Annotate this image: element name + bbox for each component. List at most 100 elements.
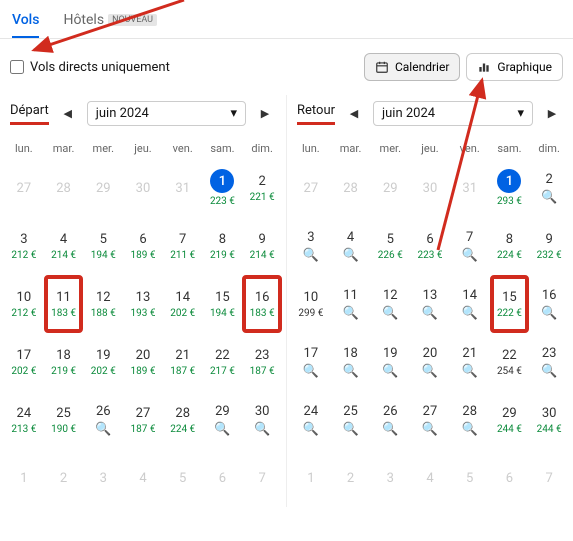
calendar-day[interactable]: 1223 € <box>203 159 243 217</box>
calendar-day[interactable]: 19🔍 <box>370 333 410 391</box>
calendar-day: 5 <box>450 449 490 507</box>
calendar-day[interactable]: 24🔍 <box>291 391 331 449</box>
prev-month-button[interactable]: ◀ <box>57 103 79 125</box>
prev-month-button[interactable]: ◀ <box>343 103 365 125</box>
calendar-day[interactable]: 15194 € <box>203 275 243 333</box>
calendar-day[interactable]: 21🔍 <box>450 333 490 391</box>
calendar-day[interactable]: 17🔍 <box>291 333 331 391</box>
calendar-day[interactable]: 7211 € <box>163 217 203 275</box>
calendar-day[interactable]: 11🔍 <box>331 275 371 333</box>
calendar-day[interactable]: 30🔍 <box>242 391 282 449</box>
calendar-view-label: Calendrier <box>395 60 449 74</box>
calendar-day[interactable]: 7🔍 <box>450 217 490 275</box>
calendar-day[interactable]: 3🔍 <box>291 217 331 275</box>
return-month-select[interactable]: juin 2024▾ <box>373 101 533 126</box>
day-number: 30 <box>542 406 557 421</box>
calendar-day[interactable]: 22254 € <box>490 333 530 391</box>
day-number: 2 <box>545 172 552 187</box>
calendar-day[interactable]: 11183 € <box>44 275 84 333</box>
calendar-day[interactable]: 23187 € <box>242 333 282 391</box>
calendar-day[interactable]: 26🔍 <box>83 391 123 449</box>
day-number: 8 <box>506 232 513 247</box>
depart-month-select[interactable]: juin 2024▾ <box>87 101 246 126</box>
calendar-day[interactable]: 14202 € <box>163 275 203 333</box>
new-badge: NOUVEAU <box>108 14 157 26</box>
day-number: 6 <box>426 232 433 247</box>
direct-only-label: Vols directs uniquement <box>30 60 170 75</box>
calendar-day[interactable]: 24213 € <box>4 391 44 449</box>
calendar-icon <box>375 60 389 74</box>
calendar-day: 29 <box>83 159 123 217</box>
day-number: 7 <box>179 232 186 247</box>
calendar-day[interactable]: 20🔍 <box>410 333 450 391</box>
calendar-day[interactable]: 6189 € <box>123 217 163 275</box>
calendar-day[interactable]: 28224 € <box>163 391 203 449</box>
calendar-day[interactable]: 25🔍 <box>331 391 371 449</box>
calendar-day[interactable]: 8224 € <box>490 217 530 275</box>
day-price: 299 € <box>298 308 323 319</box>
day-number: 2 <box>258 174 265 189</box>
day-price: 189 € <box>131 250 156 261</box>
calendar-day[interactable]: 18219 € <box>44 333 84 391</box>
calendar-day[interactable]: 4🔍 <box>331 217 371 275</box>
calendar-day[interactable]: 12188 € <box>83 275 123 333</box>
calendar-day[interactable]: 20189 € <box>123 333 163 391</box>
calendar-day[interactable]: 30244 € <box>529 391 569 449</box>
calendar-day[interactable]: 15222 € <box>490 275 530 333</box>
calendar-day[interactable]: 28🔍 <box>450 391 490 449</box>
calendar-day[interactable]: 17202 € <box>4 333 44 391</box>
calendar-day[interactable]: 27187 € <box>123 391 163 449</box>
calendar-day[interactable]: 2221 € <box>242 159 282 217</box>
day-number: 3 <box>387 471 394 486</box>
calendar-day[interactable]: 16🔍 <box>529 275 569 333</box>
calendar-day[interactable]: 6223 € <box>410 217 450 275</box>
search-icon: 🔍 <box>342 248 358 263</box>
calendar-day[interactable]: 10212 € <box>4 275 44 333</box>
day-number: 26 <box>96 404 111 419</box>
day-price: 232 € <box>537 250 562 261</box>
calendar-day[interactable]: 23🔍 <box>529 333 569 391</box>
calendar-day[interactable]: 18🔍 <box>331 333 371 391</box>
calendar-day[interactable]: 22217 € <box>203 333 243 391</box>
calendar-day[interactable]: 9232 € <box>529 217 569 275</box>
calendar-day[interactable]: 25190 € <box>44 391 84 449</box>
calendar-day[interactable]: 21187 € <box>163 333 203 391</box>
day-price: 214 € <box>51 250 76 261</box>
calendar-day[interactable]: 19202 € <box>83 333 123 391</box>
calendar-day[interactable]: 14🔍 <box>450 275 490 333</box>
next-month-button[interactable]: ▶ <box>254 103 276 125</box>
tab-flights[interactable]: Vols <box>12 8 39 38</box>
calendar-day[interactable]: 8219 € <box>203 217 243 275</box>
chart-view-button[interactable]: Graphique <box>466 53 563 81</box>
direct-only-checkbox[interactable]: Vols directs uniquement <box>10 60 170 75</box>
calendar-day[interactable]: 29🔍 <box>203 391 243 449</box>
calendar-day[interactable]: 10299 € <box>291 275 331 333</box>
calendar-day[interactable]: 29244 € <box>490 391 530 449</box>
calendar-day[interactable]: 3212 € <box>4 217 44 275</box>
calendar-day[interactable]: 9214 € <box>242 217 282 275</box>
search-icon: 🔍 <box>254 422 270 437</box>
tab-hotels[interactable]: HôtelsNOUVEAU <box>63 8 157 38</box>
calendar-day[interactable]: 13🔍 <box>410 275 450 333</box>
calendar-day[interactable]: 5194 € <box>83 217 123 275</box>
day-price: 213 € <box>11 424 36 435</box>
calendar-day[interactable]: 13193 € <box>123 275 163 333</box>
direct-only-input[interactable] <box>10 60 24 74</box>
calendar-day[interactable]: 4214 € <box>44 217 84 275</box>
calendar-day[interactable]: 2🔍 <box>529 159 569 217</box>
calendar-day[interactable]: 16183 € <box>242 275 282 333</box>
calendar-day[interactable]: 1293 € <box>490 159 530 217</box>
calendar-view-button[interactable]: Calendrier <box>364 53 460 81</box>
day-price: 188 € <box>91 308 116 319</box>
search-icon: 🔍 <box>382 422 398 437</box>
weekday-label: jeu. <box>123 142 163 155</box>
calendar-day[interactable]: 26🔍 <box>370 391 410 449</box>
calendar-day: 30 <box>410 159 450 217</box>
calendar-day: 4 <box>410 449 450 507</box>
day-number: 27 <box>136 406 151 421</box>
calendar-day[interactable]: 5226 € <box>370 217 410 275</box>
calendar-day: 27 <box>4 159 44 217</box>
next-month-button[interactable]: ▶ <box>541 103 563 125</box>
calendar-day[interactable]: 27🔍 <box>410 391 450 449</box>
calendar-day[interactable]: 12🔍 <box>370 275 410 333</box>
